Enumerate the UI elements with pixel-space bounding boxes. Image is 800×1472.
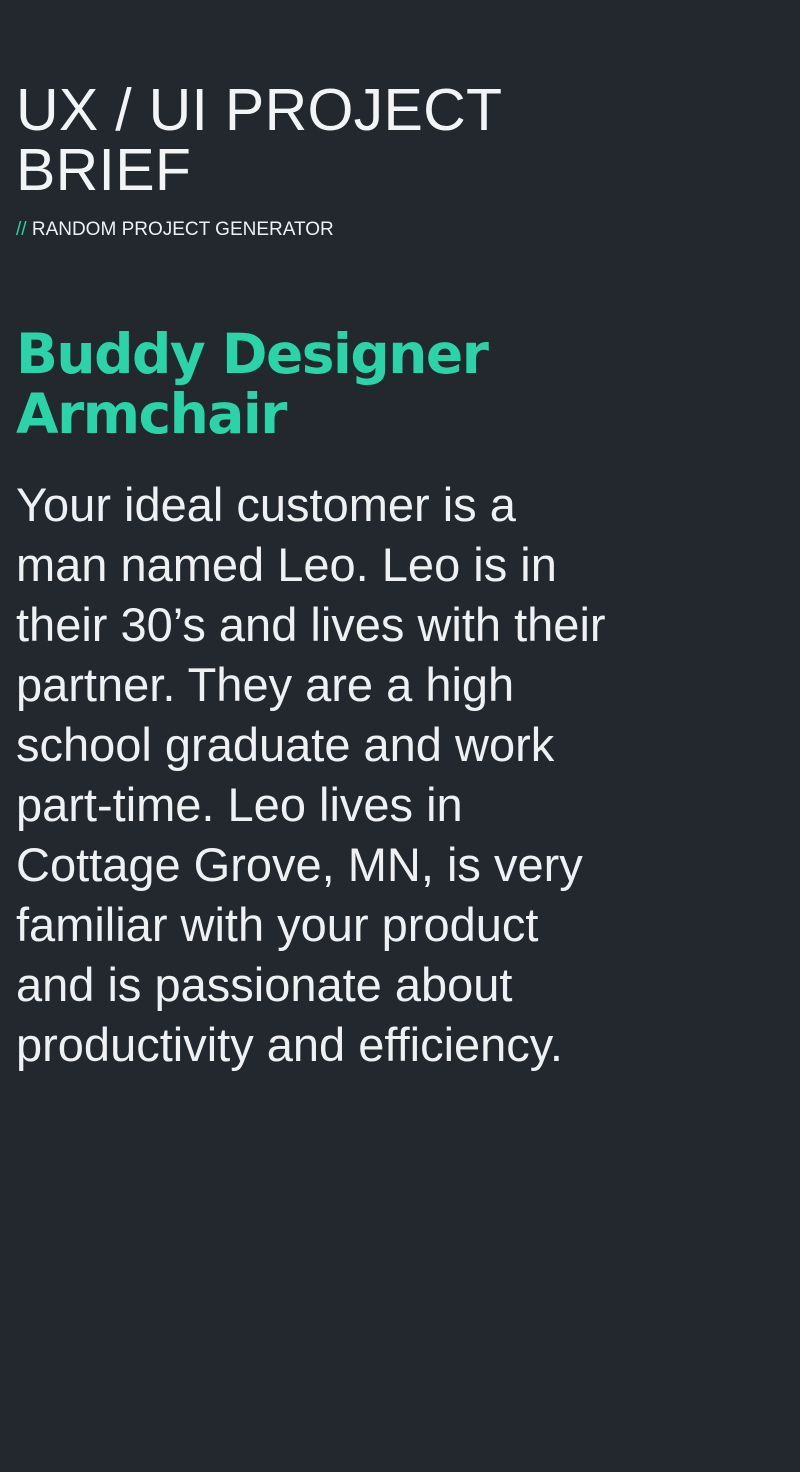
project-brief: Your ideal customer is a man named Leo. … [16, 478, 606, 1071]
subtitle: // RANDOM PROJECT GENERATOR [16, 219, 334, 241]
project-name: Buddy Designer Armchair [16, 322, 489, 446]
page-title: UX / UI PROJECT BRIEF [16, 77, 502, 203]
subtitle-text: RANDOM PROJECT GENERATOR [31, 219, 334, 240]
subtitle-prefix: // [16, 219, 27, 240]
page: UX / UI PROJECT BRIEF // RANDOM PROJECT … [0, 0, 800, 1472]
